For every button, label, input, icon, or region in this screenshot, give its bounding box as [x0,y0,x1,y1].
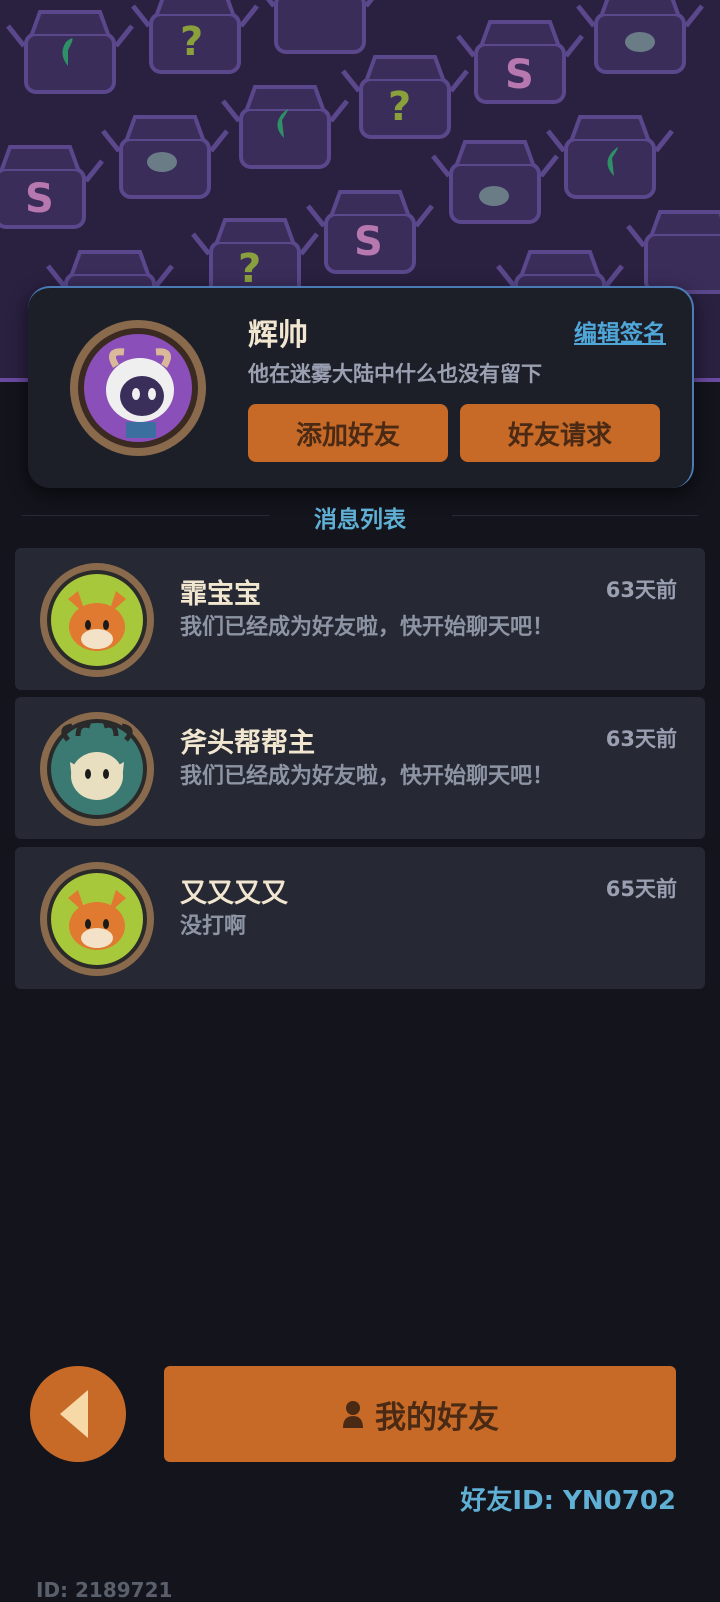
message-time: 65天前 [605,877,677,901]
back-button[interactable] [30,1366,126,1462]
my-friends-button[interactable]: 我的好友 [164,1366,676,1462]
svg-text:S: S [25,176,54,222]
message-list-title: 消息列表 [314,507,406,533]
list-item[interactable]: 斧头帮帮主 63天前 我们已经成为好友啦，快开始聊天吧！ [15,697,705,839]
svg-text:?: ? [388,84,411,130]
user-id: ID: 2189721 [36,1578,173,1602]
svg-text:S: S [505,52,534,98]
divider-right [452,515,698,516]
message-preview: 我们已经成为好友啦，快开始聊天吧！ [180,615,555,640]
friend-id: 好友ID: YN0702 [460,1486,676,1516]
edit-signature-link[interactable]: 编辑签名 [574,314,666,348]
profile-card: 辉帅 编辑签名 他在迷雾大陆中什么也没有留下 添加好友 好友请求 [28,286,694,488]
svg-text:S: S [354,219,383,265]
message-sender: 斧头帮帮主 [180,728,315,759]
my-friends-label: 我的好友 [375,1399,499,1436]
fox-avatar-icon [38,860,156,978]
person-icon [341,1400,365,1428]
fox-avatar-icon [38,561,156,679]
message-time: 63天前 [605,727,677,751]
profile-signature: 他在迷雾大陆中什么也没有留下 [248,362,542,386]
profile-name: 辉帅 [248,318,308,353]
message-sender: 霏宝宝 [180,579,261,610]
list-item[interactable]: 又又又又 65天前 没打啊 [15,847,705,989]
friend-request-button[interactable]: 好友请求 [460,404,660,462]
message-time: 63天前 [605,578,677,602]
svg-text:?: ? [180,19,203,65]
list-item[interactable]: 霏宝宝 63天前 我们已经成为好友啦，快开始聊天吧！ [15,548,705,690]
antler-cat-avatar-icon [38,710,156,828]
message-sender: 又又又又 [180,878,288,909]
add-friend-button[interactable]: 添加好友 [248,404,448,462]
message-preview: 没打啊 [180,914,247,939]
message-preview: 我们已经成为好友啦，快开始聊天吧！ [180,764,555,789]
arrow-left-icon [60,1390,88,1438]
sheep-avatar-icon[interactable] [68,318,208,458]
